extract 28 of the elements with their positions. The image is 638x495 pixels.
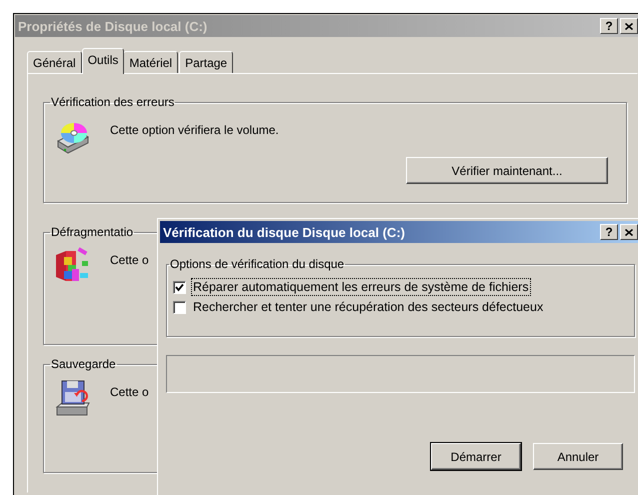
floppy-drive-icon xyxy=(54,379,90,417)
description-text: Cette option vérifiera le volume. xyxy=(110,122,279,137)
tab[interactable]: Matériel xyxy=(123,51,178,73)
close-icon xyxy=(625,22,633,30)
close-button[interactable] xyxy=(620,18,638,34)
tab[interactable]: Outils xyxy=(82,48,124,74)
group-title: Sauvegarde xyxy=(50,357,117,371)
checkbox[interactable] xyxy=(173,280,186,294)
close-icon xyxy=(625,228,633,236)
group-title: Options de vérification du disque xyxy=(169,257,346,271)
cancel-button[interactable]: Annuler xyxy=(533,443,623,470)
checkbox-label[interactable]: Rechercher et tenter une récupération des secteurs défectueux xyxy=(191,298,546,316)
description-text: Cette o xyxy=(110,252,149,267)
group-title: Vérification des erreurs xyxy=(50,95,176,109)
tab[interactable]: Général xyxy=(27,51,82,73)
close-button[interactable] xyxy=(620,224,638,240)
description-text: Cette o xyxy=(110,384,149,399)
checkbox-label[interactable]: Réparer automatiquement les erreurs de système de fichiers xyxy=(191,278,531,296)
window-title: Vérification du disque Disque local (C:) xyxy=(163,224,406,240)
help-button[interactable]: ? xyxy=(600,18,618,34)
window-title: Propriétés de Disque local (C:) xyxy=(18,18,208,34)
help-button[interactable]: ? xyxy=(600,224,618,240)
tab[interactable]: Partage xyxy=(179,51,234,73)
start-button[interactable]: Démarrer xyxy=(431,443,521,470)
check-now-button[interactable]: Vérifier maintenant... xyxy=(406,157,608,184)
checkbox[interactable] xyxy=(173,300,186,314)
group-title: Défragmentatio xyxy=(50,225,134,239)
checkmark-icon xyxy=(175,282,184,292)
